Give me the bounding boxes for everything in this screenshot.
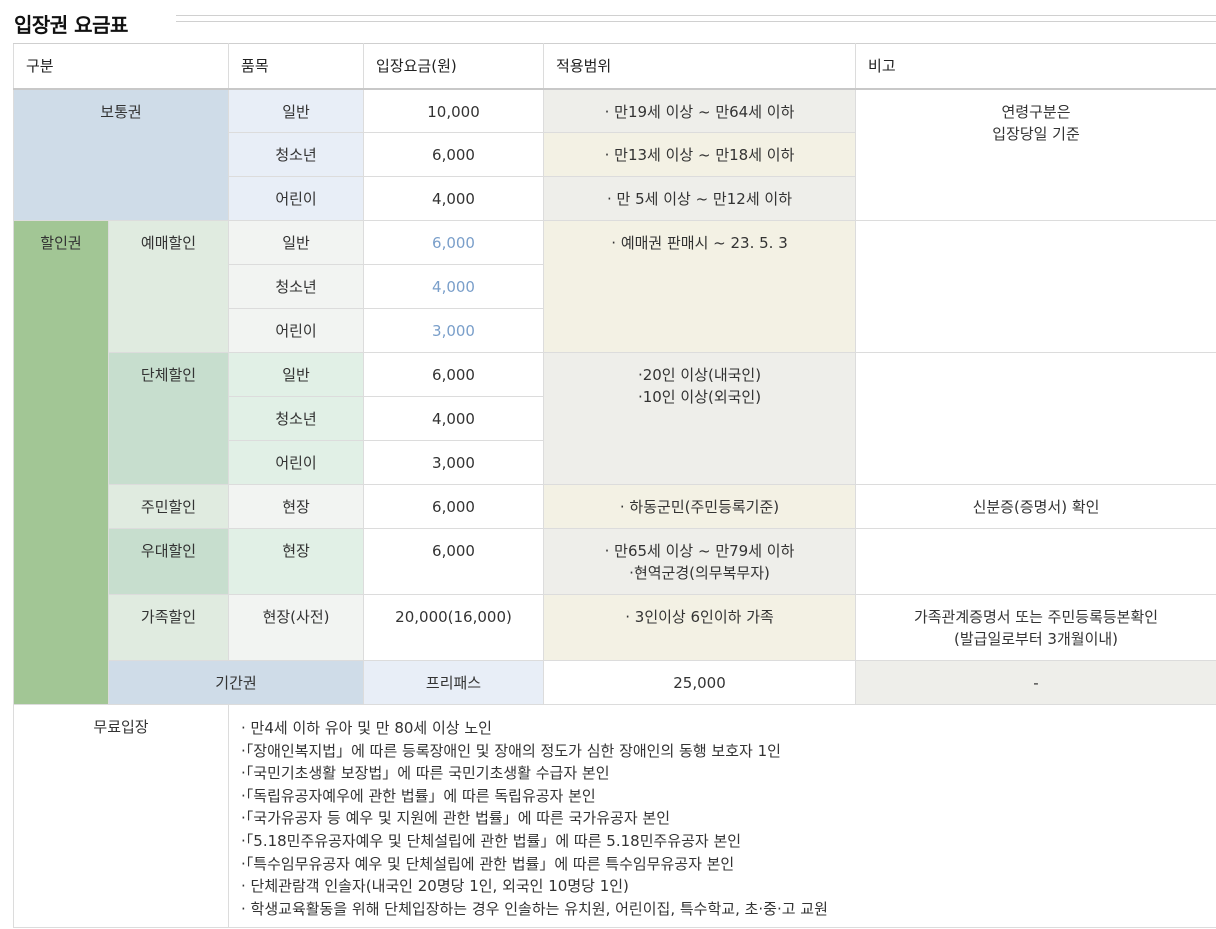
note-resident: 신분증(증명서) 확인 bbox=[855, 484, 1216, 529]
item-cell: 현장 bbox=[228, 528, 365, 595]
note-regular: 연령구분은 입장당일 기준 bbox=[855, 88, 1216, 221]
free-line: ·「5.18민주유공자예우 및 단체설립에 관한 법률」에 따른 5.18민주유… bbox=[241, 831, 742, 850]
price-cell: 3,000 bbox=[363, 440, 545, 485]
title-bar: 입장권 요금표 bbox=[0, 0, 1216, 42]
item-cell: 청소년 bbox=[228, 396, 365, 441]
scope-line: ·20인 이상(내국인) bbox=[637, 366, 762, 384]
title-divider bbox=[176, 15, 1216, 22]
subcategory-resident: 주민할인 bbox=[107, 484, 230, 529]
item-cell: 어린이 bbox=[228, 440, 365, 485]
header-scope: 적용범위 bbox=[543, 43, 857, 90]
free-line: · 학생교육활동을 위해 단체입장하는 경우 인솔하는 유치원, 어린이집, 특… bbox=[241, 899, 828, 918]
category-regular: 보통권 bbox=[12, 88, 230, 221]
price-cell: 6,000 bbox=[363, 132, 545, 177]
scope-cell: · 만13세 이상 ~ 만18세 이하 bbox=[543, 132, 857, 177]
free-line: ·「특수임무유공자 예우 및 단체설립에 관한 법률」에 따른 특수임무유공자 … bbox=[241, 854, 735, 873]
item-cell: 청소년 bbox=[228, 132, 365, 177]
note-advance bbox=[855, 220, 1216, 353]
table-row: 우대할인 현장 6,000 · 만65세 이상 ~ 만79세 이하 ·현역군경(… bbox=[14, 528, 1216, 595]
item-cell: 일반 bbox=[228, 88, 365, 133]
note-preferential bbox=[855, 528, 1216, 595]
price-cell: 10,000 bbox=[363, 88, 545, 133]
table-row: 단체할인 일반 6,000 ·20인 이상(내국인) ·10인 이상(외국인) bbox=[14, 352, 1216, 485]
free-line: ·「장애인복지법」에 따른 등록장애인 및 장애의 정도가 심한 장애인의 동행… bbox=[241, 741, 781, 760]
item-cell: 일반 bbox=[228, 352, 365, 397]
header-category: 구분 bbox=[12, 43, 230, 90]
table-row: 기간권 프리패스 25,000 - bbox=[14, 660, 1216, 705]
free-list: · 만4세 이하 유아 및 만 80세 이상 노인 ·「장애인복지법」에 따른 … bbox=[228, 704, 1216, 928]
fee-table: 구분 품목 입장요금(원) 적용범위 비고 보통권 일반 10,000 · 만1… bbox=[12, 43, 1216, 928]
subcategory-family: 가족할인 bbox=[107, 594, 230, 661]
item-cell: 일반 bbox=[228, 220, 365, 265]
scope-line: · 만65세 이상 ~ 만79세 이하 bbox=[604, 542, 795, 560]
note-group bbox=[855, 352, 1216, 485]
price-cell: 6,000 bbox=[363, 220, 545, 265]
scope-cell: · 만 5세 이상 ~ 만12세 이하 bbox=[543, 176, 857, 221]
table-row: 가족할인 현장(사전) 20,000(16,000) · 3인이상 6인이하 가… bbox=[14, 594, 1216, 661]
subcategory-preferential: 우대할인 bbox=[107, 528, 230, 595]
table-row: 보통권 일반 10,000 · 만19세 이상 ~ 만64세 이하 연령구분은 … bbox=[12, 88, 1216, 221]
item-cell: 어린이 bbox=[228, 176, 365, 221]
table-header-row: 구분 품목 입장요금(원) 적용범위 비고 bbox=[12, 43, 1216, 90]
scope-line: ·10인 이상(외국인) bbox=[637, 388, 762, 406]
scope-advance: · 예매권 판매시 ~ 23. 5. 3 bbox=[543, 220, 857, 353]
price-cell: 6,000 bbox=[363, 528, 545, 595]
category-season: 기간권 bbox=[107, 660, 365, 705]
table-row: 무료입장 · 만4세 이하 유아 및 만 80세 이상 노인 ·「장애인복지법」… bbox=[12, 704, 1216, 928]
price-cell: 20,000(16,000) bbox=[363, 594, 545, 661]
scope-resident: · 하동군민(주민등록기준) bbox=[543, 484, 857, 529]
item-cell: 현장 bbox=[228, 484, 365, 529]
free-line: · 단체관람객 인솔자(내국인 20명당 1인, 외국인 10명당 1인) bbox=[241, 877, 629, 896]
note-family: 가족관계증명서 또는 주민등록등본확인 (발급일로부터 3개월이내) bbox=[855, 594, 1216, 661]
scope-line: ·현역군경(의무복무자) bbox=[629, 564, 770, 582]
note-line: 가족관계증명서 또는 주민등록등본확인 bbox=[913, 608, 1159, 626]
item-cell: 청소년 bbox=[228, 264, 365, 309]
item-cell: 어린이 bbox=[228, 308, 365, 353]
table-row: 주민할인 현장 6,000 · 하동군민(주민등록기준) 신분증(증명서) 확인 bbox=[14, 484, 1216, 529]
item-cell: 현장(사전) bbox=[228, 594, 365, 661]
header-item: 품목 bbox=[228, 43, 365, 90]
subcategory-advance: 예매할인 bbox=[107, 220, 230, 353]
category-discount: 할인권 bbox=[13, 220, 109, 705]
free-line: ·「국민기초생활 보장법」에 따른 국민기초생활 수급자 본인 bbox=[241, 764, 610, 783]
scope-season: - bbox=[855, 660, 1216, 705]
scope-family: · 3인이상 6인이하 가족 bbox=[543, 594, 857, 661]
price-cell: 6,000 bbox=[363, 352, 545, 397]
subcategory-group: 단체할인 bbox=[107, 352, 230, 485]
price-cell: 4,000 bbox=[363, 264, 545, 309]
item-cell: 프리패스 bbox=[363, 660, 545, 705]
free-line: · 만4세 이하 유아 및 만 80세 이상 노인 bbox=[241, 719, 492, 737]
free-line: ·「독립유공자예우에 관한 법률」에 따른 독립유공자 본인 bbox=[241, 786, 596, 805]
header-price: 입장요금(원) bbox=[363, 43, 545, 90]
note-line: (발급일로부터 3개월이내) bbox=[954, 630, 1119, 648]
scope-preferential: · 만65세 이상 ~ 만79세 이하 ·현역군경(의무복무자) bbox=[543, 528, 857, 595]
page-title: 입장권 요금표 bbox=[14, 13, 128, 37]
table-row: 할인권 예매할인 일반 6,000 · 예매권 판매시 ~ 23. 5. 3 bbox=[13, 220, 1216, 705]
scope-group: ·20인 이상(내국인) ·10인 이상(외국인) bbox=[543, 352, 857, 485]
header-note: 비고 bbox=[855, 43, 1216, 90]
price-cell: 4,000 bbox=[363, 396, 545, 441]
category-free: 무료입장 bbox=[12, 704, 230, 928]
note-line: 연령구분은 bbox=[1001, 102, 1071, 121]
note-line: 입장당일 기준 bbox=[992, 124, 1080, 143]
price-cell: 3,000 bbox=[363, 308, 545, 353]
price-cell: 25,000 bbox=[543, 660, 857, 705]
scope-cell: · 만19세 이상 ~ 만64세 이하 bbox=[543, 88, 857, 133]
price-cell: 4,000 bbox=[363, 176, 545, 221]
free-line: ·「국가유공자 등 예우 및 지원에 관한 법률」에 따른 국가유공자 본인 bbox=[241, 809, 670, 828]
price-cell: 6,000 bbox=[363, 484, 545, 529]
